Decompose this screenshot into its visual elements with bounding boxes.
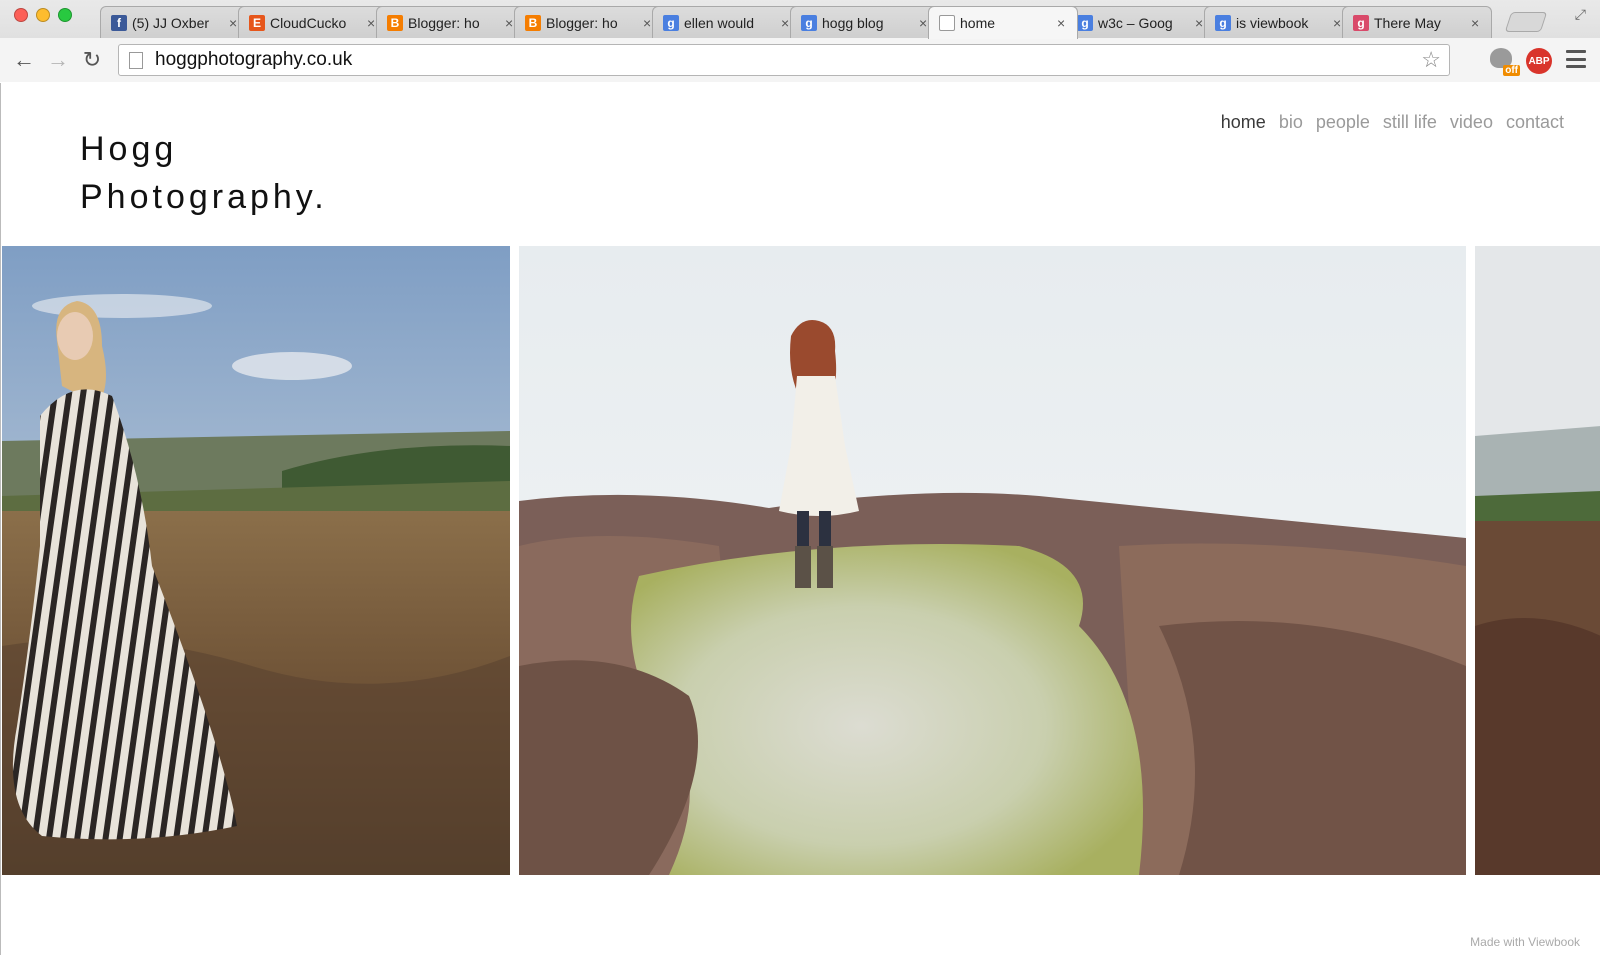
browser-tab[interactable]: home × — [928, 6, 1078, 39]
blogger-icon: B — [525, 14, 541, 31]
fullscreen-icon[interactable]: ⤢ — [1575, 6, 1586, 23]
nav-link-video[interactable]: video — [1450, 112, 1493, 133]
browser-chrome: f (5) JJ Oxber × E CloudCucko × B Blogger: ho × B… — [0, 0, 1600, 82]
menu-icon[interactable] — [1566, 50, 1586, 68]
nav-link-still-life[interactable]: still life — [1383, 112, 1437, 133]
web-page: Hogg Photography. home bio people still lif… — [0, 83, 1600, 955]
site-logo[interactable]: Hogg Photography. — [80, 125, 328, 221]
browser-tab[interactable]: E CloudCucko × — [238, 6, 388, 38]
script-g-icon: g — [1353, 14, 1369, 31]
nav-link-contact[interactable]: contact — [1506, 112, 1564, 133]
tab-title: (5) JJ Oxber — [132, 14, 210, 31]
address-bar[interactable]: ☆ — [118, 44, 1450, 76]
back-icon[interactable]: ← — [10, 46, 38, 74]
close-window-button[interactable] — [14, 8, 28, 22]
tab-title: hogg blog — [822, 14, 884, 31]
browser-tab[interactable]: f (5) JJ Oxber × — [100, 6, 250, 38]
page-icon — [939, 15, 955, 31]
url-input[interactable] — [155, 49, 1422, 71]
viewbook-credit-link[interactable]: Made with Viewbook — [1470, 935, 1580, 949]
tab-title: is viewbook — [1236, 14, 1309, 31]
blogger-icon: B — [387, 14, 403, 31]
page-icon — [129, 51, 143, 69]
new-tab-button[interactable] — [1504, 12, 1548, 32]
bookmark-star-icon[interactable]: ☆ — [1421, 47, 1441, 73]
forward-icon[interactable]: → — [44, 46, 72, 74]
photo-gallery[interactable] — [1, 246, 1600, 875]
nav-link-home[interactable]: home — [1221, 112, 1266, 133]
browser-tab[interactable]: g w3c – Goog × — [1066, 6, 1216, 38]
google-icon: g — [1077, 14, 1093, 31]
google-icon: g — [663, 14, 679, 31]
nav-link-bio[interactable]: bio — [1279, 112, 1303, 133]
facebook-icon: f — [111, 14, 127, 31]
extension-cat-icon[interactable]: off — [1490, 48, 1520, 76]
google-icon: g — [1215, 14, 1231, 31]
logo-line-2: Photography. — [80, 178, 328, 216]
tab-title: There May — [1374, 14, 1441, 31]
minimize-window-button[interactable] — [36, 8, 50, 22]
browser-toolbar: ← → ↻ ☆ off ABP — [0, 38, 1600, 82]
gallery-photo-striped-dress[interactable] — [2, 246, 510, 875]
gallery-photo-landscape-partial[interactable] — [1475, 246, 1600, 875]
reload-icon[interactable]: ↻ — [78, 46, 106, 74]
logo-line-1: Hogg — [80, 130, 178, 168]
tab-title: CloudCucko — [270, 14, 347, 31]
tab-title: home — [960, 15, 996, 31]
browser-tab[interactable]: B Blogger: ho × — [514, 6, 664, 38]
gallery-photo-white-dress[interactable] — [519, 246, 1466, 875]
tab-title: w3c – Goog — [1098, 14, 1173, 31]
browser-tab[interactable]: g There May × — [1342, 6, 1492, 38]
tab-strip: f (5) JJ Oxber × E CloudCucko × B Blogger: ho × B… — [100, 6, 1540, 39]
nav-link-people[interactable]: people — [1316, 112, 1370, 133]
close-tab-icon[interactable]: × — [1471, 15, 1483, 31]
window-controls — [14, 8, 72, 22]
close-tab-icon[interactable]: × — [1057, 15, 1069, 31]
browser-tab[interactable]: B Blogger: ho × — [376, 6, 526, 38]
extension-status-badge: off — [1503, 65, 1520, 76]
browser-tab[interactable]: g is viewbook × — [1204, 6, 1354, 38]
adblock-plus-icon[interactable]: ABP — [1526, 48, 1552, 74]
site-navigation: home bio people still life video contact — [1221, 112, 1564, 133]
etsy-icon: E — [249, 14, 265, 31]
tab-title: ellen would — [684, 14, 755, 31]
tab-title: Blogger: ho — [408, 14, 480, 31]
google-icon: g — [801, 14, 817, 31]
zoom-window-button[interactable] — [58, 8, 72, 22]
browser-tab[interactable]: g ellen would × — [652, 6, 802, 38]
browser-tab[interactable]: g hogg blog × — [790, 6, 940, 38]
tab-title: Blogger: ho — [546, 14, 618, 31]
